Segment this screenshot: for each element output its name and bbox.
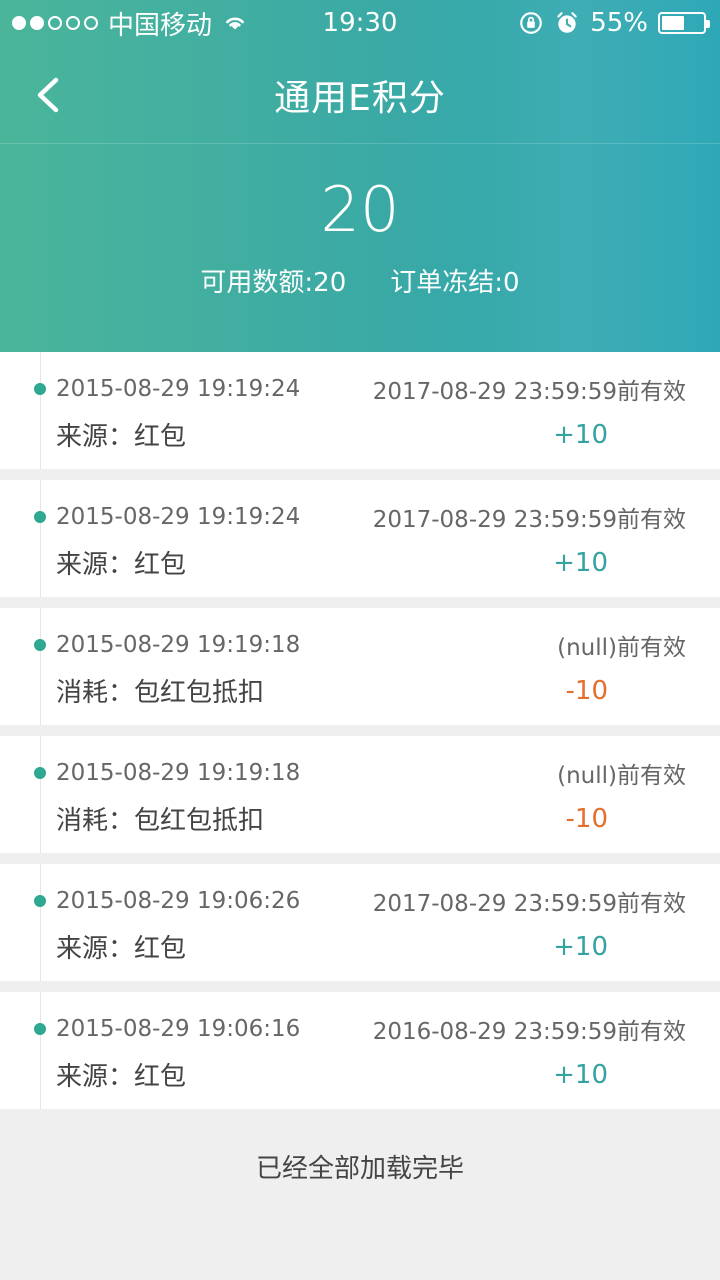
record-expiry: 2017-08-29 23:59:59前有效 (372, 507, 686, 533)
battery-fill (662, 16, 684, 30)
list-item[interactable]: 2015-08-29 19:06:26 2017-08-29 23:59:59前… (0, 864, 720, 981)
timeline-line (40, 864, 41, 981)
signal-dot (48, 16, 62, 30)
timeline-dot-icon (34, 639, 46, 651)
timeline-line (40, 736, 41, 853)
record-meta: 2015-08-29 19:19:24 2017-08-29 23:59:59前… (56, 500, 686, 534)
timeline-line (40, 992, 41, 1109)
record-expiry: (null)前有效 (557, 763, 686, 789)
screen: 中国移动 19:30 55% 通用E积分 20 可用数额:20 订单冻结:0 2… (0, 0, 720, 1280)
available-amount: 可用数额:20 (200, 268, 347, 298)
record-detail: 来源：红包 +10 (56, 1056, 686, 1093)
record-datetime: 2015-08-29 19:06:26 (56, 888, 301, 914)
timeline-dot-icon (34, 895, 46, 907)
list-item[interactable]: 2015-08-29 19:19:18 (null)前有效 消耗：包红包抵扣 -… (0, 608, 720, 725)
record-datetime: 2015-08-29 19:19:18 (56, 632, 301, 658)
chevron-left-icon (37, 77, 59, 113)
record-detail: 消耗：包红包抵扣 -10 (56, 672, 686, 709)
record-detail: 消耗：包红包抵扣 -10 (56, 800, 686, 837)
signal-strength-icon (12, 16, 98, 30)
alarm-icon (557, 12, 577, 33)
record-meta: 2015-08-29 19:19:18 (null)前有效 (56, 628, 686, 662)
signal-dot (12, 16, 26, 30)
record-expiry: (null)前有效 (557, 635, 686, 661)
record-detail: 来源：红包 +10 (56, 544, 686, 581)
timeline-dot-icon (34, 383, 46, 395)
list-item[interactable]: 2015-08-29 19:19:24 2017-08-29 23:59:59前… (0, 480, 720, 597)
signal-dot (30, 16, 44, 30)
signal-dot (66, 16, 80, 30)
list-item[interactable]: 2015-08-29 19:19:24 2017-08-29 23:59:59前… (0, 352, 720, 469)
record-expiry: 2017-08-29 23:59:59前有效 (372, 891, 686, 917)
balance-details: 可用数额:20 订单冻结:0 (0, 262, 720, 299)
list-item[interactable]: 2015-08-29 19:19:18 (null)前有效 消耗：包红包抵扣 -… (0, 736, 720, 853)
record-meta: 2015-08-29 19:06:26 2017-08-29 23:59:59前… (56, 884, 686, 918)
record-description: 消耗：包红包抵扣 (56, 678, 265, 708)
timeline-dot-icon (34, 767, 46, 779)
record-amount: +10 (553, 547, 608, 578)
record-amount: +10 (553, 419, 608, 450)
balance-summary: 20 可用数额:20 订单冻结:0 (0, 170, 720, 299)
battery-percent: 55% (590, 8, 648, 38)
timeline-line (40, 352, 41, 469)
list-item[interactable]: 2015-08-29 19:06:16 2016-08-29 23:59:59前… (0, 992, 720, 1109)
back-button[interactable] (18, 62, 78, 128)
page-title: 通用E积分 (274, 77, 446, 119)
header-hero: 中国移动 19:30 55% 通用E积分 20 可用数额:20 订单冻结:0 (0, 0, 720, 352)
timeline-dot-icon (34, 1023, 46, 1035)
timeline-line (40, 480, 41, 597)
record-description: 来源：红包 (56, 934, 187, 964)
record-datetime: 2015-08-29 19:19:18 (56, 760, 301, 786)
nav-bar: 通用E积分 (0, 46, 720, 144)
record-meta: 2015-08-29 19:06:16 2016-08-29 23:59:59前… (56, 1012, 686, 1046)
record-amount: -10 (565, 803, 608, 834)
record-datetime: 2015-08-29 19:19:24 (56, 504, 301, 530)
record-amount: -10 (565, 675, 608, 706)
rotation-lock-icon (520, 12, 543, 34)
status-left: 中国移动 (12, 5, 248, 42)
record-detail: 来源：红包 +10 (56, 928, 686, 965)
status-bar: 中国移动 19:30 55% (0, 0, 720, 46)
record-datetime: 2015-08-29 19:19:24 (56, 376, 301, 402)
record-description: 来源：红包 (56, 422, 187, 452)
frozen-amount: 订单冻结:0 (390, 268, 520, 298)
record-meta: 2015-08-29 19:19:18 (null)前有效 (56, 756, 686, 790)
timeline-line (40, 608, 41, 725)
record-amount: +10 (553, 1059, 608, 1090)
records-list: 2015-08-29 19:19:24 2017-08-29 23:59:59前… (0, 352, 720, 1120)
record-expiry: 2017-08-29 23:59:59前有效 (372, 379, 686, 405)
carrier-label: 中国移动 (108, 10, 213, 41)
record-detail: 来源：红包 +10 (56, 416, 686, 453)
record-description: 消耗：包红包抵扣 (56, 806, 265, 836)
balance-value: 20 (320, 173, 400, 246)
record-description: 来源：红包 (56, 550, 187, 580)
record-description: 来源：红包 (56, 1062, 187, 1092)
status-right: 55% (518, 8, 710, 38)
record-datetime: 2015-08-29 19:06:16 (56, 1016, 301, 1042)
load-complete-label: 已经全部加载完毕 (255, 1154, 464, 1184)
record-amount: +10 (553, 931, 608, 962)
battery-icon (658, 12, 710, 34)
wifi-icon (226, 17, 244, 30)
signal-dot (84, 16, 98, 30)
timeline-dot-icon (34, 511, 46, 523)
record-meta: 2015-08-29 19:19:24 2017-08-29 23:59:59前… (56, 372, 686, 406)
record-expiry: 2016-08-29 23:59:59前有效 (372, 1019, 686, 1045)
